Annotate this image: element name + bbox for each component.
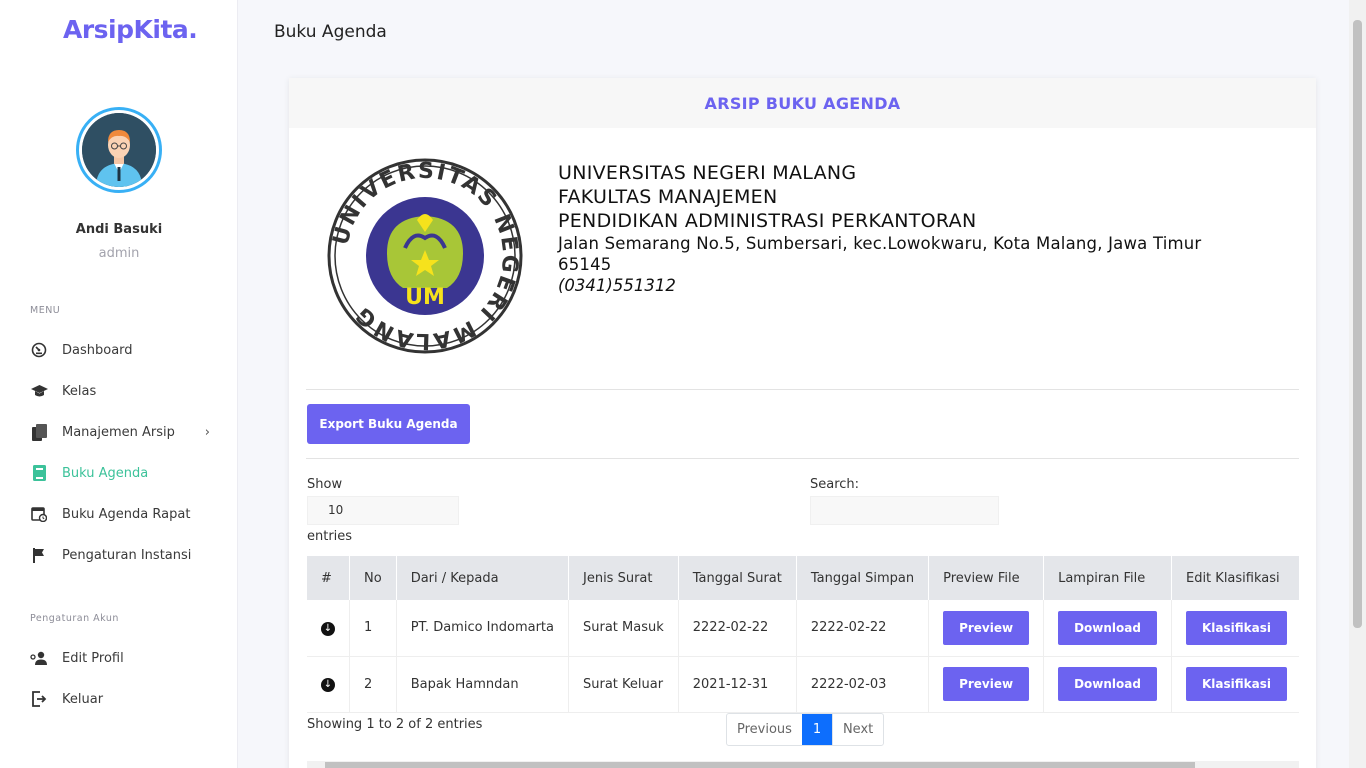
svg-text:UM: UM [405,285,445,310]
calendar-icon [30,505,48,523]
sidebar: ArsipKita. Andi Basuki admin MENU Dashbo… [0,0,238,768]
cell-no: 1 [349,600,397,657]
brand-logo[interactable]: ArsipKita. [63,15,198,44]
sidebar-item-buku-agenda[interactable]: Buku Agenda [30,461,210,485]
cell-saved: 2222-02-22 [796,600,930,657]
table-row: ↓ 1 PT. Damico Indomarta Surat Masuk 222… [307,600,1299,657]
search-input[interactable] [810,496,999,525]
flag-icon [30,546,48,564]
sidebar-item-dashboard[interactable]: Dashboard [30,338,210,362]
sidebar-item-label: Edit Profil [62,650,124,666]
institution-name: UNIVERSITAS NEGERI MALANG [558,162,857,184]
expand-row-icon[interactable]: ↓ [321,621,335,636]
avatar [76,107,162,193]
sidebar-item-pengaturan-instansi[interactable]: Pengaturan Instansi [30,543,210,567]
table-row: ↓ 2 Bapak Hamndan Surat Keluar 2021-12-3… [307,656,1299,713]
col-header-date[interactable]: Tanggal Surat [678,556,797,600]
divider [306,458,1299,459]
cell-no: 2 [349,656,397,713]
avatar-illustration [82,113,156,187]
account-caption: Pengaturan Akun [30,613,119,624]
col-header-attachment[interactable]: Lampiran File [1043,556,1172,600]
page-title: Buku Agenda [274,22,387,42]
institution-address: Jalan Semarang No.5, Sumbersari, kec.Low… [558,234,1202,274]
sidebar-item-label: Buku Agenda Rapat [62,506,191,522]
search-label: Search: [810,477,860,492]
sidebar-item-manajemen-arsip[interactable]: Manajemen Arsip › [30,420,210,444]
col-header-preview[interactable]: Preview File [928,556,1045,600]
export-button[interactable]: Export Buku Agenda [307,404,470,444]
col-header-type[interactable]: Jenis Surat [568,556,679,600]
divider [306,389,1299,390]
download-button[interactable]: Download [1058,667,1157,701]
preview-button[interactable]: Preview [943,667,1030,701]
preview-button[interactable]: Preview [943,610,1030,645]
cell-type: Surat Masuk [568,600,679,657]
sidebar-item-label: Pengaturan Instansi [62,547,192,563]
institution-phone: (0341)551312 [558,276,676,295]
user-name: Andi Basuki [75,222,163,237]
sidebar-item-label: Kelas [62,383,97,399]
user-cog-icon [30,649,48,667]
page-length-select[interactable]: 10 [307,496,459,525]
book-icon [30,464,48,482]
user-role: admin [98,246,140,261]
vertical-scrollbar[interactable] [1349,0,1366,768]
graduation-cap-icon [30,382,48,400]
cell-from: PT. Damico Indomarta [396,600,570,657]
sidebar-item-label: Keluar [62,691,104,707]
pagination: Previous 1 Next [726,713,885,746]
copy-icon [30,423,48,441]
sidebar-item-keluar[interactable]: Keluar [30,687,210,711]
pagination-next[interactable]: Next [831,714,883,745]
dashboard-icon [30,341,48,359]
cell-date: 2222-02-22 [678,600,797,657]
klasifikasi-button[interactable]: Klasifikasi [1185,667,1287,701]
menu-caption: MENU [30,305,61,316]
cell-type: Surat Keluar [568,656,679,713]
col-header-expand[interactable]: # [307,556,350,600]
sidebar-item-label: Manajemen Arsip [62,424,175,440]
sidebar-item-edit-profil[interactable]: Edit Profil [30,646,210,670]
table-header-row: # No Dari / Kepada Jenis Surat Tanggal S… [307,556,1299,600]
chevron-right-icon: › [204,424,210,440]
col-header-classify[interactable]: Edit Klasifikasi [1171,556,1299,600]
department-name: PENDIDIKAN ADMINISTRASI PERKANTORAN [558,210,977,232]
scrollbar-thumb[interactable] [325,762,1195,768]
institution-info: UNIVERSITAS NEGERI MALANG FAKULTAS MANAJ… [558,161,1238,296]
sidebar-item-kelas[interactable]: Kelas [30,379,210,403]
cell-from: Bapak Hamndan [396,656,570,713]
card-title: ARSIP BUKU AGENDA [289,78,1316,128]
col-header-from[interactable]: Dari / Kepada [396,556,570,600]
cell-date: 2021-12-31 [678,656,797,713]
sidebar-item-label: Buku Agenda [62,465,149,481]
show-label: Show [307,477,343,492]
klasifikasi-button[interactable]: Klasifikasi [1185,610,1287,645]
agenda-card: ARSIP BUKU AGENDA UNIVERSITAS NEGERI MAL… [289,78,1316,768]
col-header-no[interactable]: No [349,556,397,600]
pagination-previous[interactable]: Previous [727,714,802,745]
entries-label: entries [307,529,353,544]
col-header-saved[interactable]: Tanggal Simpan [796,556,930,600]
download-button[interactable]: Download [1058,610,1157,645]
horizontal-scrollbar[interactable] [307,761,1299,768]
faculty-name: FAKULTAS MANAJEMEN [558,186,778,208]
table-info: Showing 1 to 2 of 2 entries [307,717,483,732]
agenda-table: # No Dari / Kepada Jenis Surat Tanggal S… [307,556,1299,713]
cell-saved: 2222-02-03 [796,656,930,713]
pagination-page[interactable]: 1 [801,714,832,745]
scrollbar-thumb[interactable] [1353,20,1362,628]
logout-icon [30,690,48,708]
university-logo: UNIVERSITAS NEGERI MALANG UM [327,158,523,354]
sidebar-item-label: Dashboard [62,342,133,358]
expand-row-icon[interactable]: ↓ [321,677,335,692]
sidebar-item-buku-agenda-rapat[interactable]: Buku Agenda Rapat [30,502,210,526]
